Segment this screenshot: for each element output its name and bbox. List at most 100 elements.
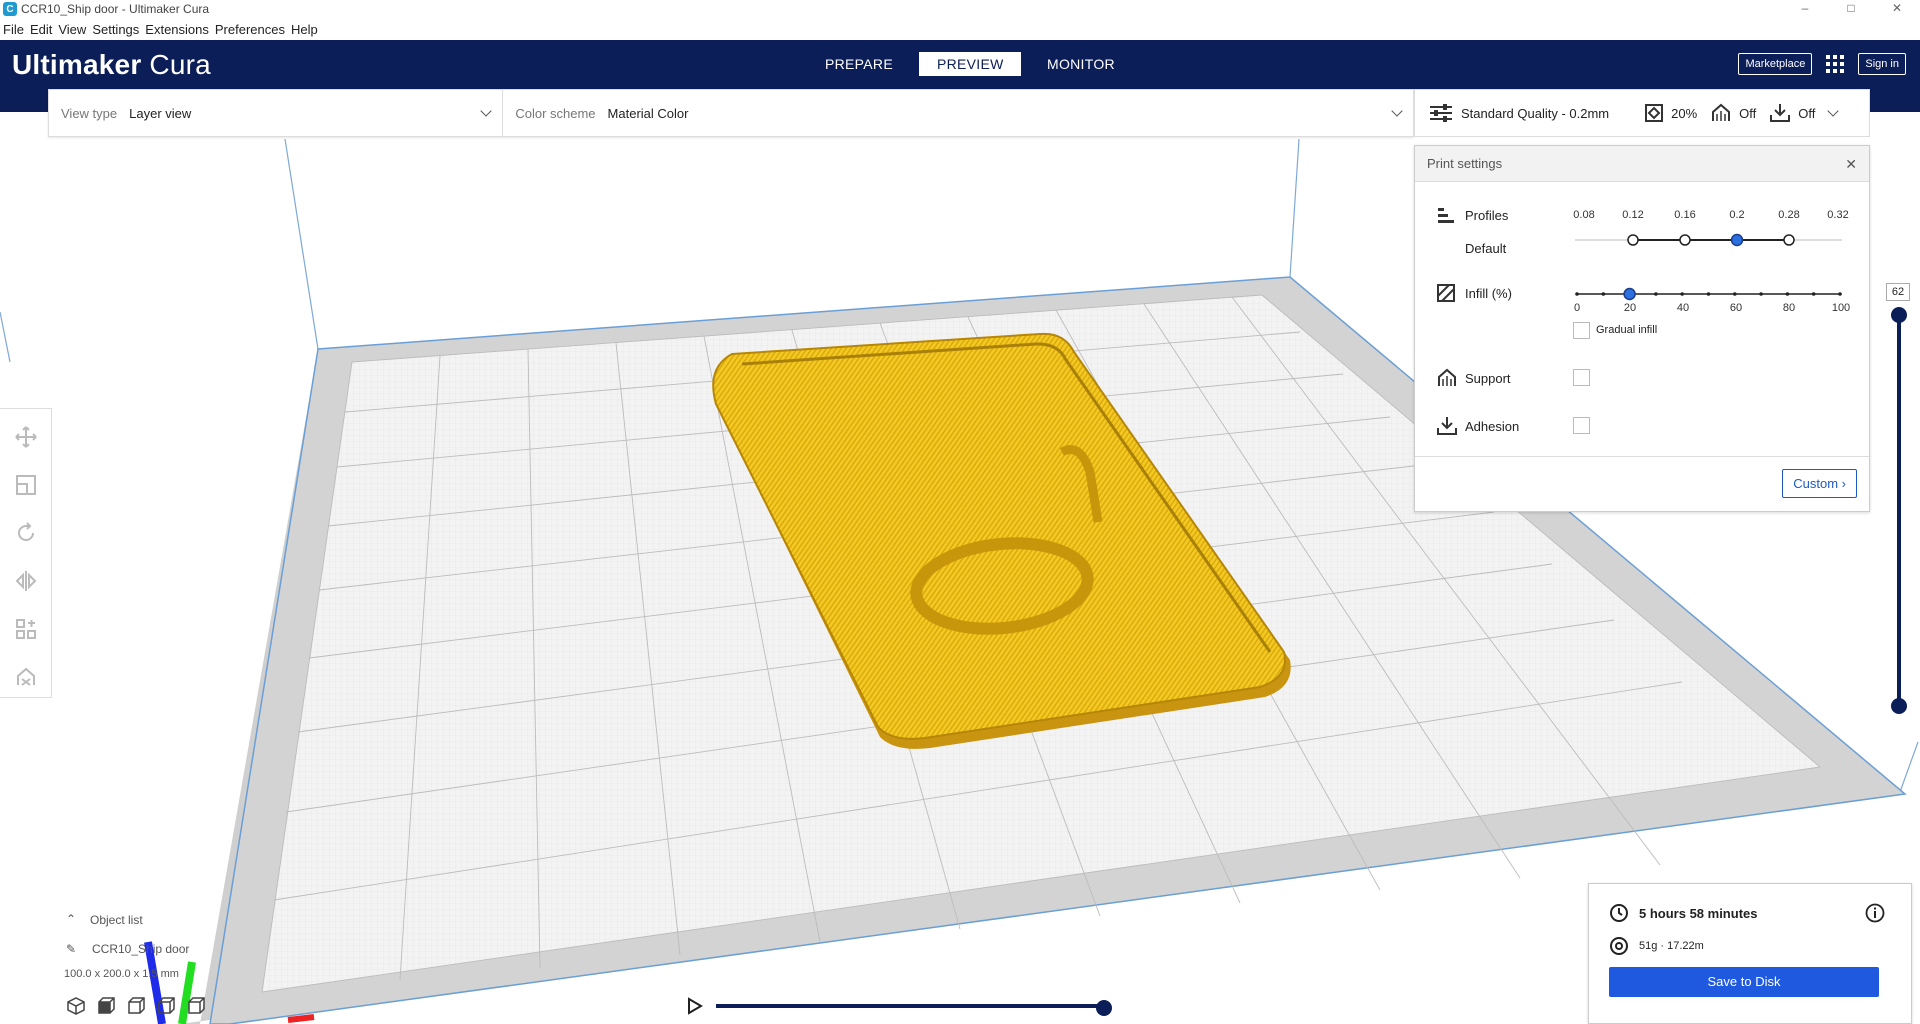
profile-handle-selected[interactable] — [1730, 233, 1744, 247]
default-label: Default — [1465, 241, 1507, 256]
infill-tick: 0 — [1573, 302, 1581, 314]
color-scheme-dropdown[interactable]: Color scheme Material Color — [503, 90, 1413, 136]
profile-handle[interactable] — [1627, 234, 1639, 246]
support-row: Support — [1415, 368, 1871, 392]
3d-view-icon[interactable] — [66, 996, 86, 1016]
infill-handle[interactable] — [1623, 287, 1636, 301]
mirror-icon[interactable] — [14, 569, 38, 593]
path-slider-handle[interactable] — [1094, 998, 1114, 1018]
menu-view[interactable]: View — [55, 22, 89, 37]
infill-icon — [1437, 284, 1455, 302]
infill-step-dot — [1811, 292, 1816, 296]
support-blocker-icon[interactable] — [14, 665, 38, 689]
header-actions: Marketplace Sign in — [1738, 53, 1906, 75]
window-controls: – □ ✕ — [1782, 0, 1920, 18]
gradual-infill-checkbox[interactable] — [1573, 322, 1590, 339]
profile-slider[interactable] — [1575, 232, 1845, 248]
close-window-button[interactable]: ✕ — [1874, 0, 1920, 18]
stage-tabs: PREPARE PREVIEW MONITOR — [807, 52, 1141, 76]
rotate-icon[interactable] — [14, 521, 38, 545]
custom-settings-button[interactable]: Custom › — [1782, 469, 1857, 498]
print-settings-summary[interactable]: Standard Quality - 0.2mm 20% Off Off — [1414, 89, 1870, 137]
top-view-icon[interactable] — [126, 996, 146, 1016]
menu-settings[interactable]: Settings — [89, 22, 142, 37]
infill-slider[interactable] — [1575, 286, 1845, 302]
layer-slider[interactable] — [1885, 283, 1915, 723]
tool-panel — [0, 408, 52, 698]
menu-bar: File Edit View Settings Extensions Prefe… — [0, 18, 1920, 40]
profiles-label: Profiles — [1465, 208, 1509, 223]
move-icon[interactable] — [14, 425, 38, 449]
brand-product: Cura — [149, 49, 211, 80]
layer-slider-bottom-handle[interactable] — [1891, 698, 1907, 714]
right-view-icon[interactable] — [186, 996, 206, 1016]
menu-extensions[interactable]: Extensions — [142, 22, 212, 37]
brand-name: Ultimaker — [12, 49, 142, 80]
infill-row: Infill (%) 0 20 40 60 80 100 Gradual inf… — [1415, 284, 1871, 344]
support-label: Support — [1465, 371, 1511, 386]
minimize-button[interactable]: – — [1782, 0, 1828, 18]
marketplace-button[interactable]: Marketplace — [1738, 53, 1813, 75]
front-view-icon[interactable] — [96, 996, 116, 1016]
clock-icon — [1610, 904, 1628, 922]
menu-help[interactable]: Help — [288, 22, 321, 37]
adhesion-icon — [1437, 417, 1457, 435]
window-title: CCR10_Ship door - Ultimaker Cura — [21, 2, 210, 16]
adhesion-value: Off — [1798, 105, 1816, 121]
save-to-disk-button[interactable]: Save to Disk — [1609, 967, 1879, 997]
menu-preferences[interactable]: Preferences — [212, 22, 288, 37]
menu-file[interactable]: File — [0, 22, 27, 37]
menu-edit[interactable]: Edit — [27, 22, 55, 37]
info-icon[interactable] — [1865, 903, 1885, 923]
view-options-bar: View type Layer view Color scheme Materi… — [48, 89, 1414, 137]
adhesion-icon — [1770, 104, 1791, 122]
adhesion-summary: Off — [1770, 103, 1815, 123]
profile-name: Standard Quality - 0.2mm — [1461, 105, 1610, 121]
profiles-icon — [1438, 208, 1454, 223]
infill-step-dot — [1601, 292, 1606, 296]
tab-prepare[interactable]: PREPARE — [807, 52, 911, 76]
tab-monitor[interactable]: MONITOR — [1029, 52, 1133, 76]
adhesion-checkbox[interactable] — [1573, 417, 1590, 434]
support-checkbox[interactable] — [1573, 369, 1590, 386]
cura-app-icon: C — [3, 2, 17, 16]
profile-handle[interactable] — [1679, 234, 1691, 246]
chevron-right-icon: › — [1841, 476, 1846, 491]
view-type-dropdown[interactable]: View type Layer view — [49, 90, 504, 136]
sliders-icon — [1430, 104, 1452, 122]
chevron-down-icon[interactable] — [1827, 105, 1840, 117]
sign-in-button[interactable]: Sign in — [1858, 53, 1906, 75]
scale-icon[interactable] — [14, 473, 38, 497]
tab-preview[interactable]: PREVIEW — [918, 52, 1021, 76]
chevron-down-icon — [480, 105, 493, 117]
brand-logo: Ultimaker Cura — [12, 49, 211, 81]
color-scheme-value: Material Color — [607, 105, 689, 121]
object-list-toggle[interactable]: Object list — [90, 913, 143, 927]
chevron-up-icon[interactable]: ⌃ — [66, 912, 76, 926]
support-icon — [1438, 368, 1456, 386]
view-type-label: View type — [61, 105, 118, 121]
layer-slider-top-handle[interactable] — [1891, 307, 1907, 323]
play-icon[interactable] — [688, 997, 703, 1015]
apps-grid-icon[interactable] — [1826, 55, 1845, 73]
material-usage: 51g · 17.22m — [1639, 940, 1704, 952]
pencil-icon[interactable]: ✎ — [66, 942, 76, 956]
infill-summary: 20% — [1645, 104, 1697, 122]
print-settings-panel: Print settings ✕ Profiles Default 0.08 0… — [1414, 145, 1871, 512]
object-name[interactable]: CCR10_Ship door — [92, 942, 189, 956]
profile-tick: 0.12 — [1622, 209, 1644, 221]
profile-handle[interactable] — [1783, 234, 1795, 246]
print-time: 5 hours 58 minutes — [1639, 906, 1758, 921]
infill-step-dot — [1759, 292, 1763, 296]
chevron-down-icon — [1391, 105, 1403, 117]
left-view-icon[interactable] — [156, 996, 176, 1016]
close-icon[interactable]: ✕ — [1845, 156, 1857, 173]
infill-step-dot — [1654, 292, 1658, 296]
infill-step-dot — [1733, 292, 1737, 296]
profile-tick: 0.32 — [1827, 209, 1849, 221]
per-model-settings-icon[interactable] — [14, 617, 38, 641]
spool-icon — [1610, 937, 1628, 955]
adhesion-label: Adhesion — [1465, 419, 1520, 434]
custom-button-label: Custom — [1793, 476, 1839, 491]
maximize-button[interactable]: □ — [1828, 0, 1874, 18]
